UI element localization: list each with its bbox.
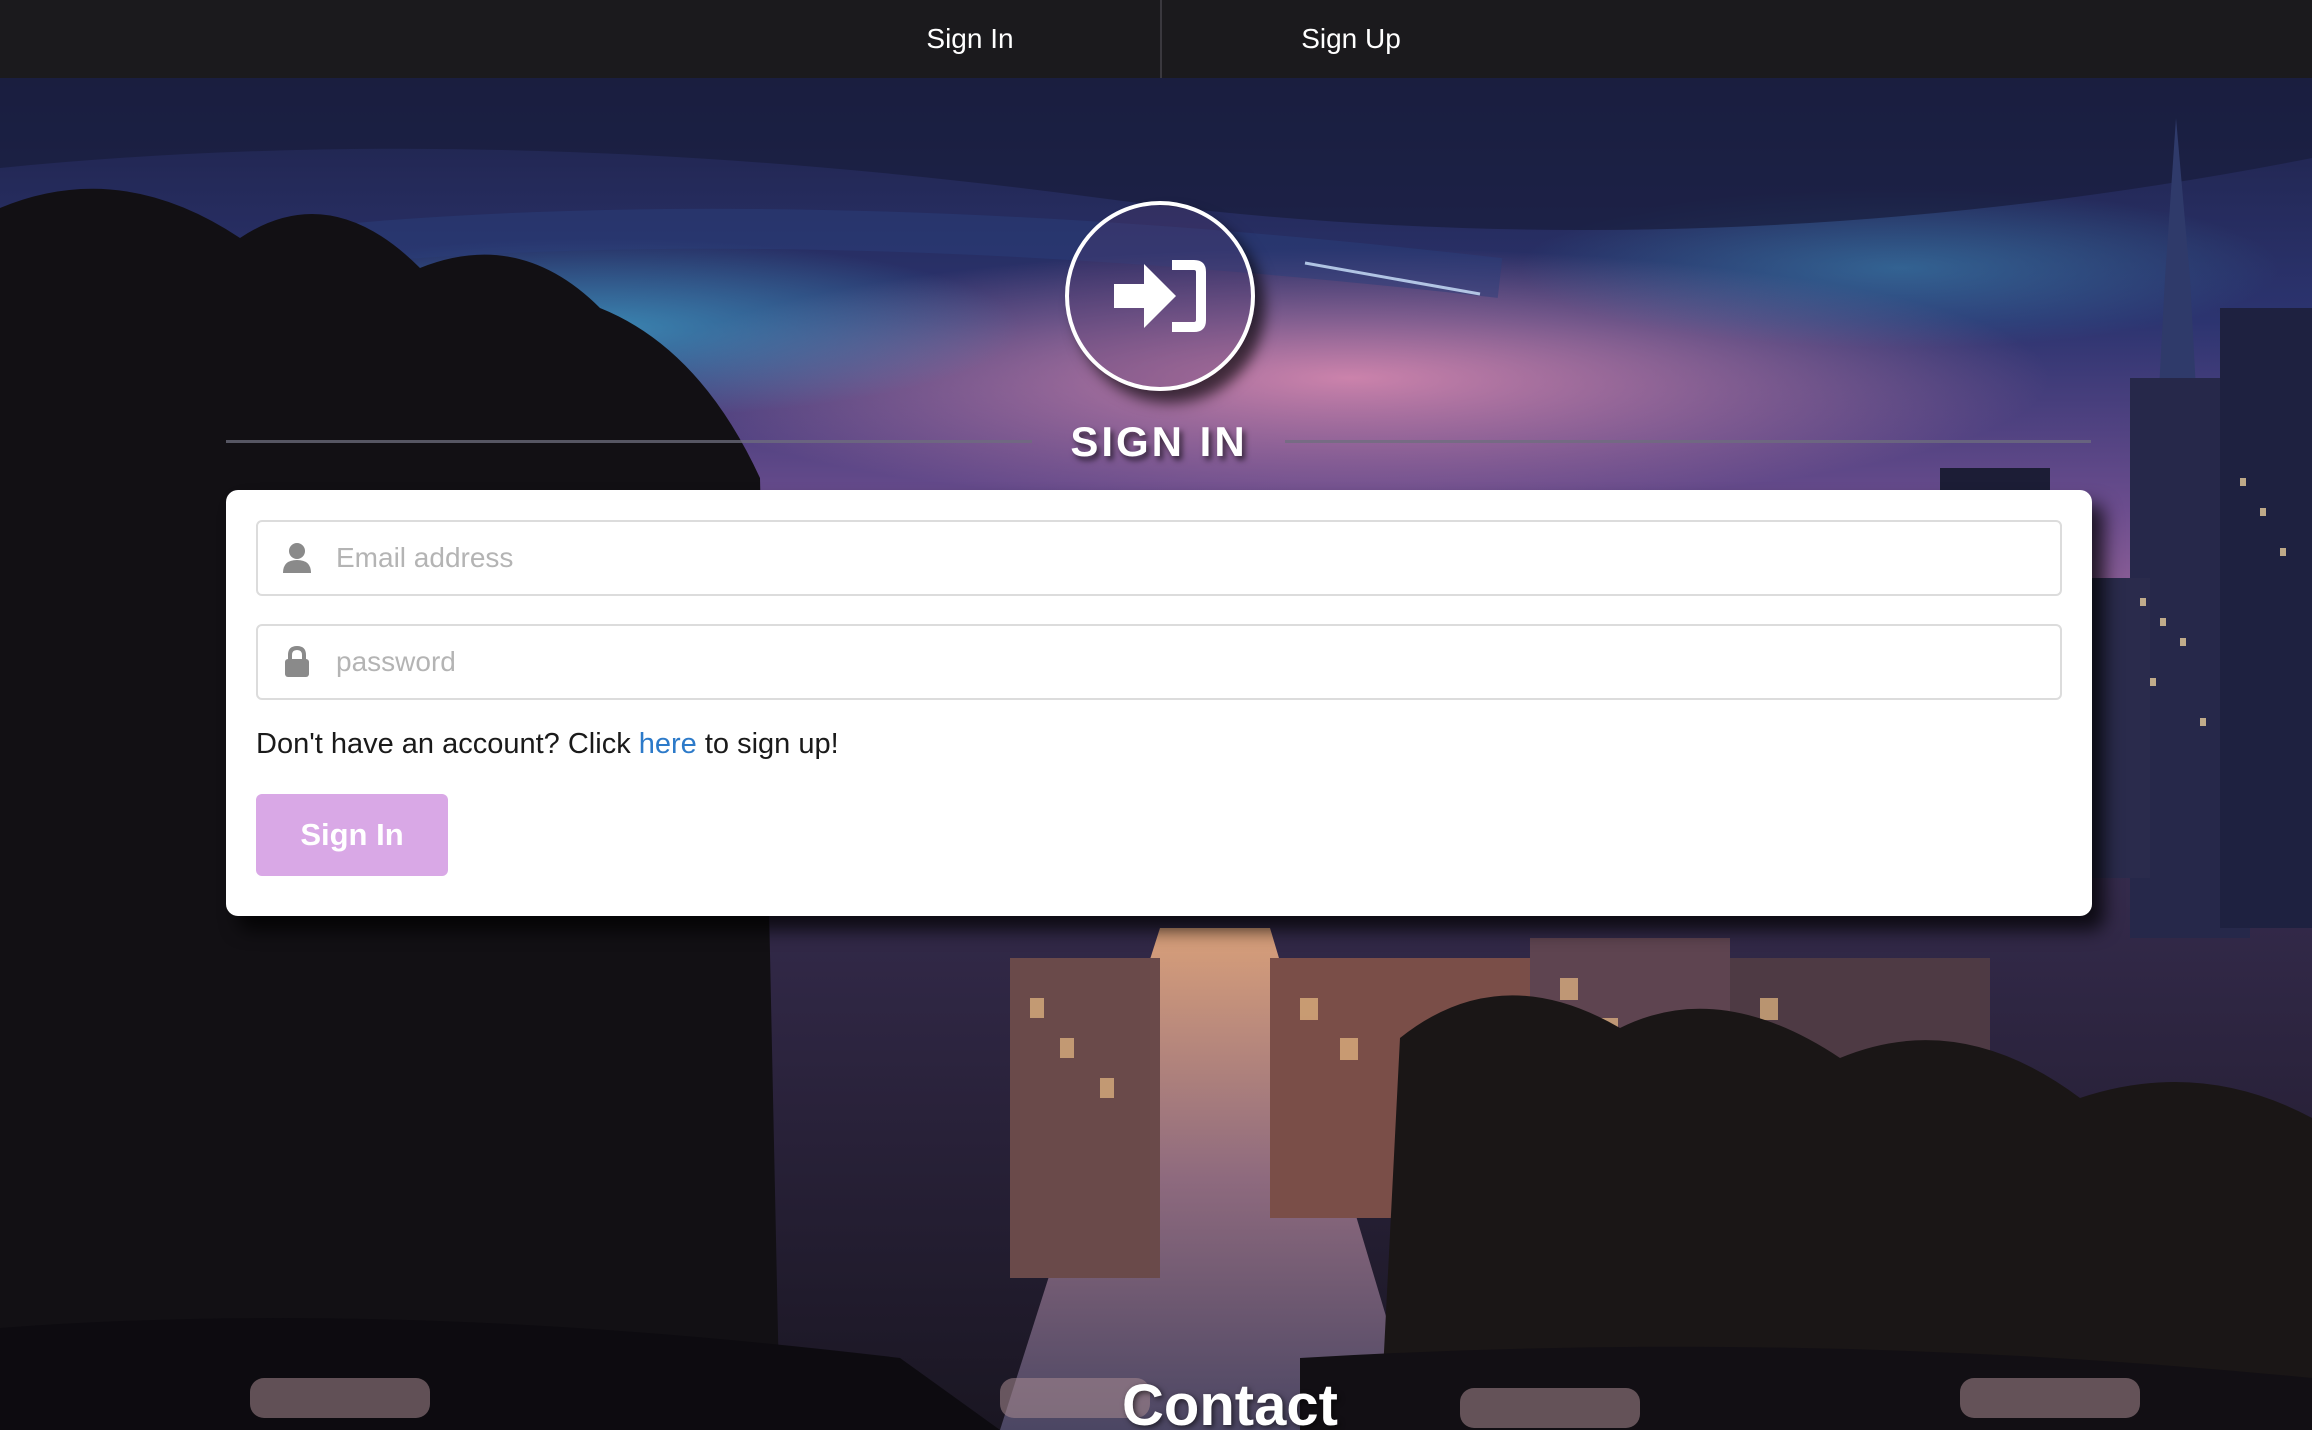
nav-sign-up-link[interactable]: Sign Up <box>1160 0 1540 78</box>
signup-here-link[interactable]: here <box>639 728 697 760</box>
nav-sign-up-label: Sign Up <box>1301 23 1401 54</box>
user-icon <box>258 520 336 596</box>
signup-prompt-after: to sign up! <box>696 728 839 760</box>
page-title: SIGN IN <box>1070 418 1248 465</box>
nav-sign-in-link[interactable]: Sign In <box>780 0 1160 78</box>
password-field <box>256 624 2062 700</box>
sign-in-icon <box>1065 201 1255 391</box>
sign-in-submit-button[interactable]: Sign In <box>256 794 448 876</box>
top-navbar: Sign In Sign Up <box>0 0 2312 78</box>
signup-prompt-before: Don't have an account? Click <box>256 728 639 760</box>
email-field <box>256 520 2062 596</box>
email-input[interactable] <box>336 528 2060 588</box>
sign-in-form: Don't have an account? Click here to sig… <box>226 490 2092 916</box>
nav-sign-in-label: Sign In <box>926 23 1014 54</box>
password-input[interactable] <box>336 632 2060 692</box>
lock-icon <box>258 624 336 700</box>
title-row: SIGN IN <box>226 412 2092 472</box>
signup-prompt: Don't have an account? Click here to sig… <box>256 728 839 761</box>
sign-in-page: Sign In Sign Up SIGN IN Email address Do… <box>0 0 2312 1430</box>
contact-heading: Contact <box>1122 1373 1338 1430</box>
